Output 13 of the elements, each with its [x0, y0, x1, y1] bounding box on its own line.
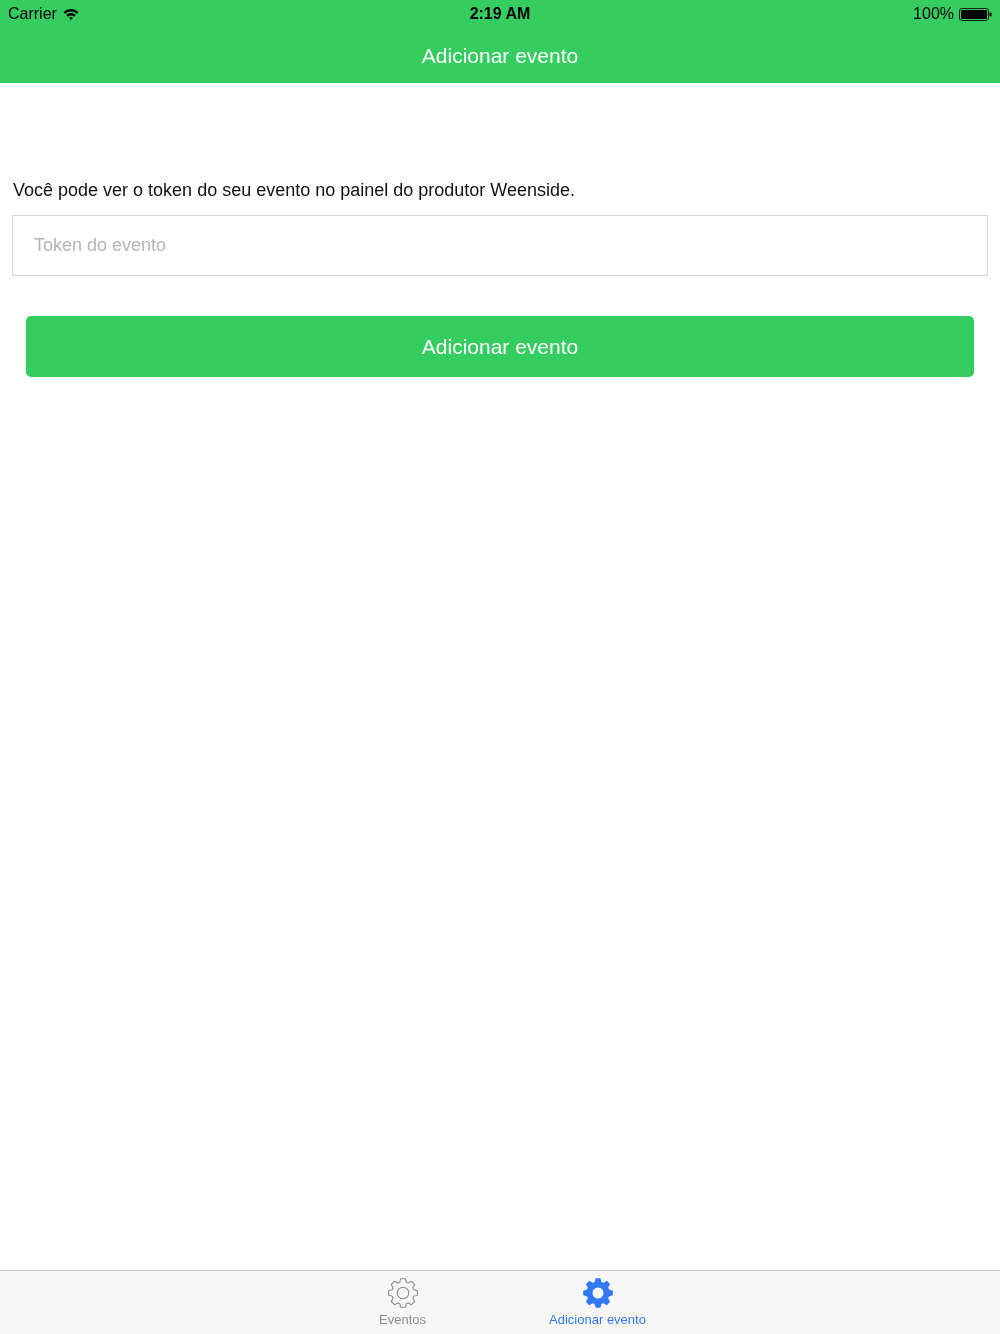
battery-percent: 100% — [913, 5, 954, 23]
instruction-text: Você pode ver o token do seu evento no painel do produtor Weenside. — [13, 179, 577, 201]
carrier-label: Carrier — [8, 5, 57, 23]
battery-icon — [959, 7, 992, 21]
add-event-button[interactable]: Adicionar evento — [26, 316, 974, 377]
tab-item[interactable]: Adicionar evento — [507, 1271, 688, 1334]
clock-time: 2:19 AM — [469, 5, 531, 23]
tab-item[interactable]: Eventos — [312, 1271, 493, 1334]
settings-icon — [386, 1277, 419, 1309]
token-input-field[interactable]: Token do evento — [12, 215, 988, 276]
screen-title: Adicionar evento — [421, 43, 579, 68]
wifi-icon — [62, 8, 79, 20]
settings-icon — [581, 1277, 614, 1309]
